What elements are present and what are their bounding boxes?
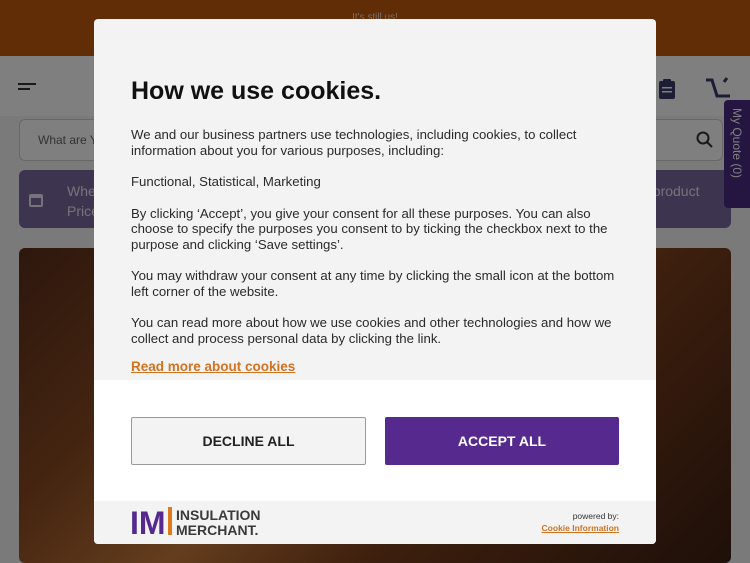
svg-text:IM: IM: [130, 505, 166, 538]
cookie-consent-dialog: How we use cookies. We and our business …: [94, 19, 656, 544]
read-more-link[interactable]: Read more about cookies: [131, 359, 295, 374]
powered-by-label: powered by:: [572, 511, 619, 521]
body-paragraph: We and our business partners use technol…: [131, 127, 577, 158]
svg-text:MERCHANT.: MERCHANT.: [176, 522, 258, 538]
cookie-information-link[interactable]: Cookie Information: [542, 523, 619, 533]
dialog-title: How we use cookies.: [131, 77, 382, 105]
body-paragraph: By clicking ‘Accept’, you give your cons…: [131, 205, 608, 252]
svg-text:INSULATION: INSULATION: [176, 507, 261, 523]
powered-by: powered by: Cookie Information: [542, 510, 619, 534]
button-area: DECLINE ALL ACCEPT ALL: [94, 380, 656, 501]
body-paragraph: You can read more about how we use cooki…: [131, 315, 612, 346]
body-paragraph: Functional, Statistical, Marketing: [131, 174, 321, 189]
accept-all-button[interactable]: ACCEPT ALL: [385, 417, 619, 465]
insulation-merchant-logo: IM INSULATION MERCHANT.: [130, 505, 261, 538]
body-paragraph: You may withdraw your consent at any tim…: [131, 268, 615, 299]
decline-all-button[interactable]: DECLINE ALL: [131, 417, 366, 465]
dialog-body: We and our business partners use technol…: [131, 127, 621, 362]
dialog-footer: IM INSULATION MERCHANT. powered by: Cook…: [94, 501, 656, 544]
